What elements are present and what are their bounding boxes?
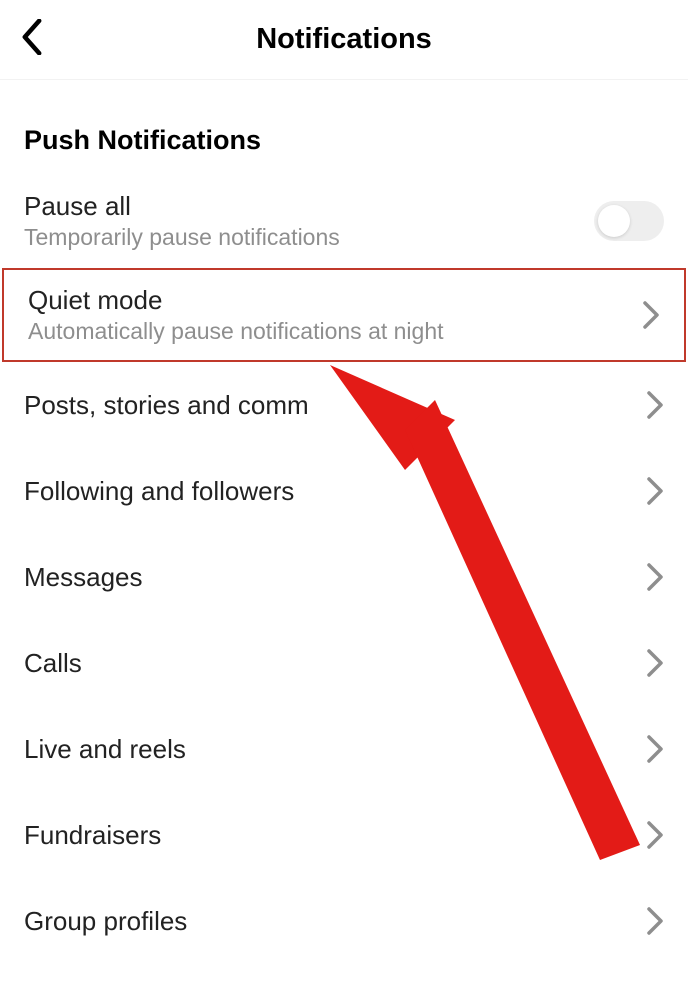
row-label: Following and followers: [24, 476, 294, 507]
row-messages[interactable]: Messages: [0, 534, 688, 620]
row-text: Pause all Temporarily pause notification…: [24, 191, 340, 251]
row-calls[interactable]: Calls: [0, 620, 688, 706]
row-sublabel: Temporarily pause notifications: [24, 224, 340, 251]
row-label: Group profiles: [24, 906, 187, 937]
row-sublabel: Automatically pause notifications at nig…: [28, 318, 444, 345]
chevron-left-icon: [21, 19, 43, 60]
row-group-profiles[interactable]: Group profiles: [0, 878, 688, 964]
row-live-reels[interactable]: Live and reels: [0, 706, 688, 792]
chevron-right-icon: [642, 300, 660, 330]
row-label: Posts, stories and comm: [24, 390, 309, 421]
row-pause-all[interactable]: Pause all Temporarily pause notification…: [0, 174, 688, 268]
chevron-right-icon: [646, 906, 664, 936]
chevron-right-icon: [646, 390, 664, 420]
chevron-right-icon: [646, 820, 664, 850]
row-label: Calls: [24, 648, 82, 679]
chevron-right-icon: [646, 562, 664, 592]
row-label: Fundraisers: [24, 820, 161, 851]
chevron-right-icon: [646, 648, 664, 678]
row-label: Pause all: [24, 191, 340, 222]
notifications-settings-screen: Notifications Push Notifications Pause a…: [0, 0, 688, 997]
row-fundraisers[interactable]: Fundraisers: [0, 792, 688, 878]
row-label: Live and reels: [24, 734, 186, 765]
pause-all-toggle[interactable]: [594, 201, 664, 241]
chevron-right-icon: [646, 734, 664, 764]
header-bar: Notifications: [0, 0, 688, 80]
chevron-right-icon: [646, 476, 664, 506]
row-label: Messages: [24, 562, 143, 593]
row-text: Quiet mode Automatically pause notificat…: [28, 285, 444, 345]
row-quiet-mode[interactable]: Quiet mode Automatically pause notificat…: [2, 268, 686, 362]
push-notifications-section: Push Notifications Pause all Temporarily…: [0, 80, 688, 964]
row-following-followers[interactable]: Following and followers: [0, 448, 688, 534]
back-button[interactable]: [12, 20, 52, 60]
section-title: Push Notifications: [0, 125, 688, 174]
row-label: Quiet mode: [28, 285, 444, 316]
page-title: Notifications: [0, 23, 688, 56]
row-posts-stories-comments[interactable]: Posts, stories and comm: [0, 362, 688, 448]
